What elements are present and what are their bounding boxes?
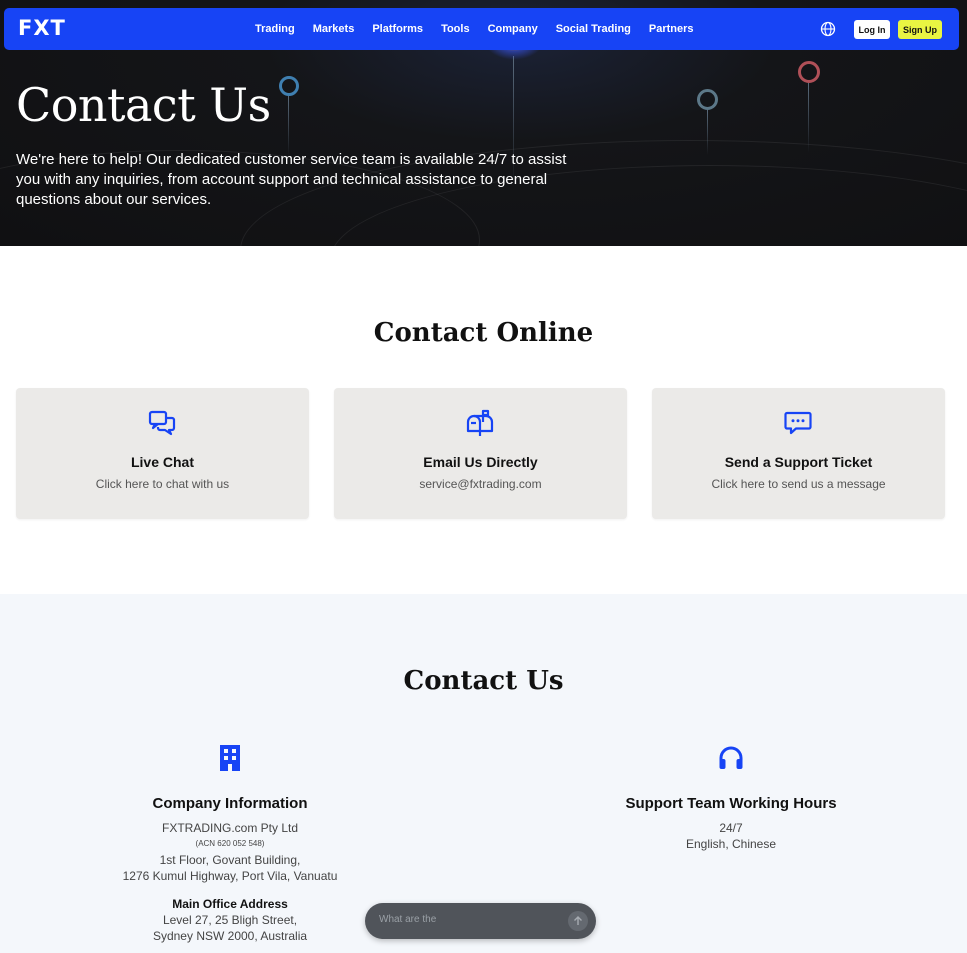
card-title: Email Us Directly <box>423 454 538 470</box>
card-title: Live Chat <box>130 454 194 470</box>
nav-item-social-trading[interactable]: Social Trading <box>556 23 631 35</box>
top-navbar: FXT Trading Markets Platforms Tools Comp… <box>4 8 959 50</box>
decorative-pin <box>288 96 289 156</box>
nav-menu: Trading Markets Platforms Tools Company … <box>255 8 712 50</box>
company-info-column: Company Information FXTRADING.com Pty Lt… <box>80 744 380 944</box>
nav-item-company[interactable]: Company <box>488 23 538 35</box>
mailbox-icon <box>466 409 494 436</box>
decorative-pin <box>707 110 708 155</box>
nav-item-tools[interactable]: Tools <box>441 23 470 35</box>
card-subtitle: Click here to send us a message <box>711 477 886 491</box>
hero-description: We're here to help! Our dedicated custom… <box>16 151 567 208</box>
main-office-line: Sydney NSW 2000, Australia <box>152 929 308 943</box>
signup-button[interactable]: Sign Up <box>898 20 942 39</box>
card-title: Send a Support Ticket <box>724 454 873 470</box>
company-name: FXTRADING.com Pty Ltd <box>161 821 299 835</box>
company-acn: (ACN 620 052 548) <box>195 839 265 848</box>
live-chat-card[interactable]: Live Chat Click here to chat with us <box>16 388 309 519</box>
working-hours-column: Support Team Working Hours 24/7 English,… <box>581 744 881 852</box>
hero-banner: FXT Trading Markets Platforms Tools Comp… <box>0 0 967 246</box>
company-info-title: Company Information <box>152 795 308 812</box>
login-button[interactable]: Log In <box>854 20 890 39</box>
globe-icon[interactable] <box>820 21 836 37</box>
contact-us-heading: Contact Us <box>403 666 564 696</box>
email-address[interactable]: service@fxtrading.com <box>334 477 627 491</box>
brand-logo[interactable]: FXT <box>18 16 66 40</box>
decorative-node <box>279 76 299 96</box>
email-card[interactable]: Email Us Directly service@fxtrading.com <box>334 388 627 519</box>
main-office-title: Main Office Address <box>172 897 288 911</box>
send-button[interactable] <box>568 911 588 931</box>
chat-widget[interactable]: What are the <box>365 903 596 939</box>
nav-item-markets[interactable]: Markets <box>313 23 355 35</box>
headphones-icon <box>719 746 743 769</box>
decorative-node <box>697 89 718 110</box>
supported-languages: English, Chinese <box>685 837 777 851</box>
working-hours-value: 24/7 <box>719 821 743 835</box>
working-hours-title: Support Team Working Hours <box>625 795 837 812</box>
nav-item-trading[interactable]: Trading <box>255 23 295 35</box>
main-office-line: Level 27, 25 Bligh Street, <box>162 913 298 927</box>
company-address-line: 1st Floor, Govant Building, <box>159 853 301 867</box>
decorative-pin <box>808 83 809 153</box>
chat-bubbles-icon <box>148 410 176 436</box>
company-address-line: 1276 Kumul Highway, Port Vila, Vanuatu <box>122 869 338 883</box>
decorative-node <box>798 61 820 83</box>
support-ticket-card[interactable]: Send a Support Ticket Click here to send… <box>652 388 945 519</box>
card-subtitle: Click here to chat with us <box>95 477 230 491</box>
arrow-up-icon <box>574 916 582 925</box>
chat-input[interactable]: What are the <box>379 914 436 925</box>
contact-online-heading: Contact Online <box>373 318 594 348</box>
nav-item-partners[interactable]: Partners <box>649 23 694 35</box>
building-icon <box>220 745 240 771</box>
message-ticket-icon <box>784 411 812 435</box>
nav-item-platforms[interactable]: Platforms <box>372 23 423 35</box>
page-title: Contact Us <box>16 78 271 132</box>
